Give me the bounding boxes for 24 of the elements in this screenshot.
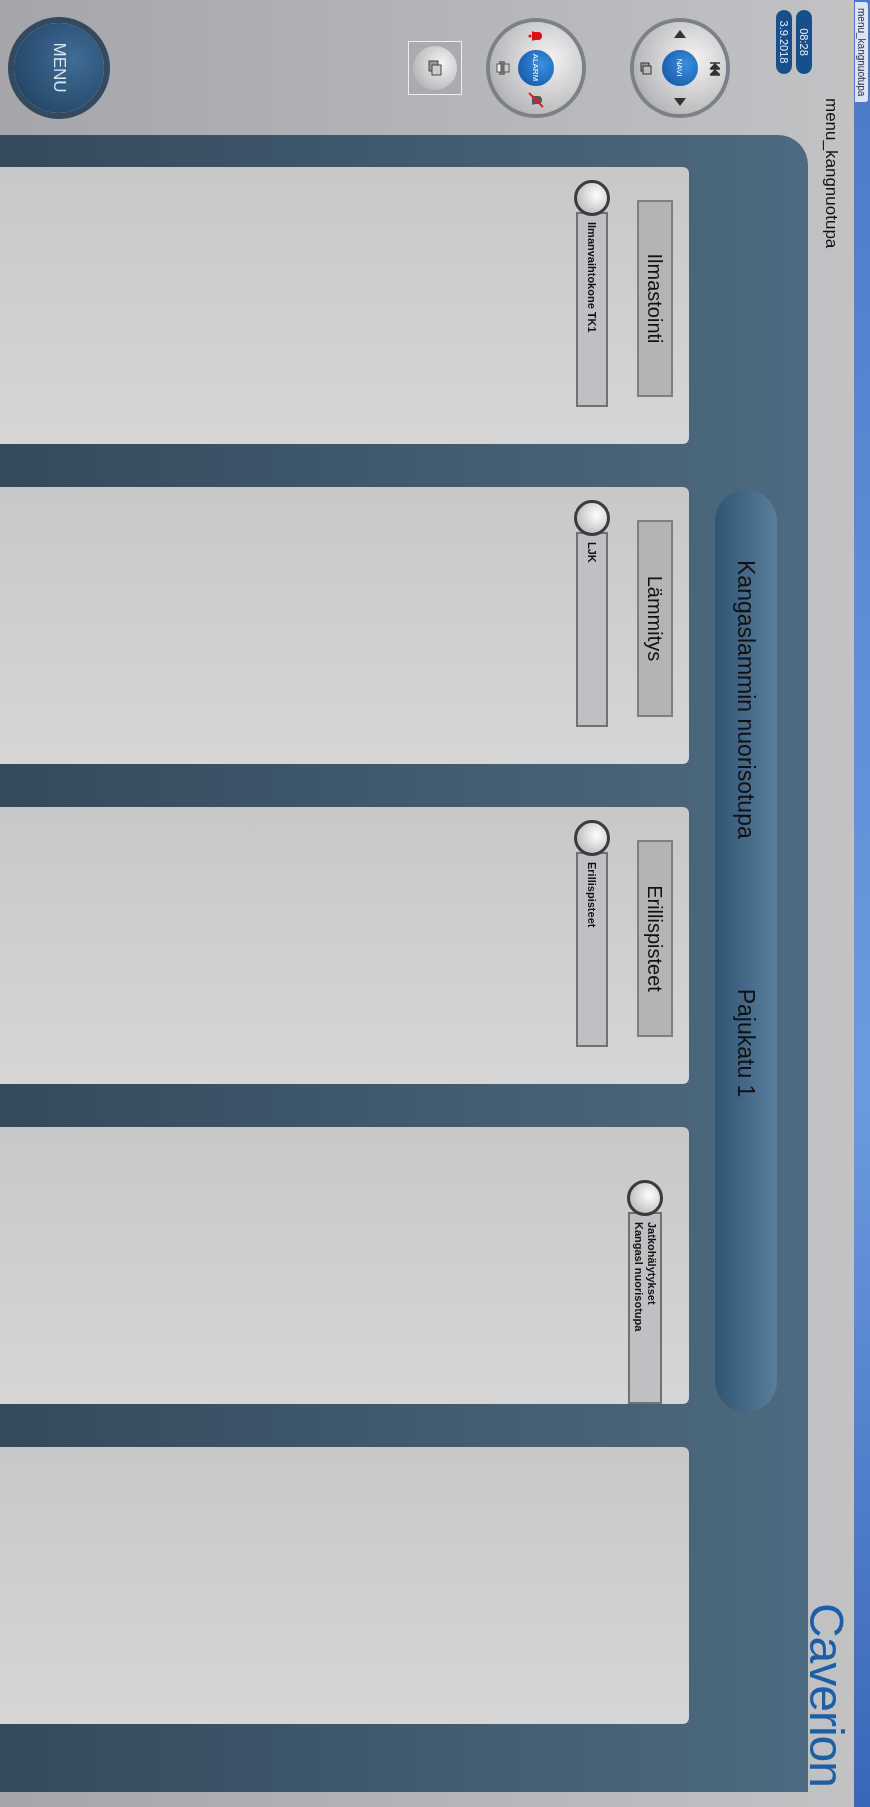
page-title: menu_kangnuotupa (821, 98, 841, 249)
group-title: Erillispisteet (637, 840, 673, 1037)
point-button[interactable]: Ilmanvaihtokone TK1 (576, 212, 608, 407)
group-title: Lämmitys (637, 520, 673, 717)
status-light (574, 500, 610, 536)
status-light (627, 1180, 663, 1216)
logo: Caverion (799, 1602, 855, 1787)
pages-icon[interactable] (640, 61, 652, 75)
alarm-button[interactable]: ALARM (518, 49, 554, 86)
pages-icon (428, 59, 442, 76)
pages-button[interactable] (408, 40, 462, 95)
clock-time: 08:28 (796, 10, 812, 74)
muted-bell-icon[interactable] (528, 91, 544, 108)
point-button[interactable]: LJK (576, 532, 608, 727)
navi-button[interactable]: NAVI (662, 49, 698, 86)
group-title: Ilmastointi (637, 200, 673, 397)
status-light (574, 820, 610, 856)
point-button[interactable]: Jatkohälytykset Kangasl nuorisotupa (628, 1212, 662, 1404)
clock-date: 3.9.2018 (776, 10, 792, 74)
site-address: Pajukatu 1 (732, 988, 760, 1098)
status-light (574, 180, 610, 216)
point-button[interactable]: Erillispisteet (576, 852, 608, 1047)
site-name: Kangaslammin nuorisotupa (732, 560, 760, 839)
browser-tab[interactable]: menu_kangnuotupa (855, 2, 869, 103)
